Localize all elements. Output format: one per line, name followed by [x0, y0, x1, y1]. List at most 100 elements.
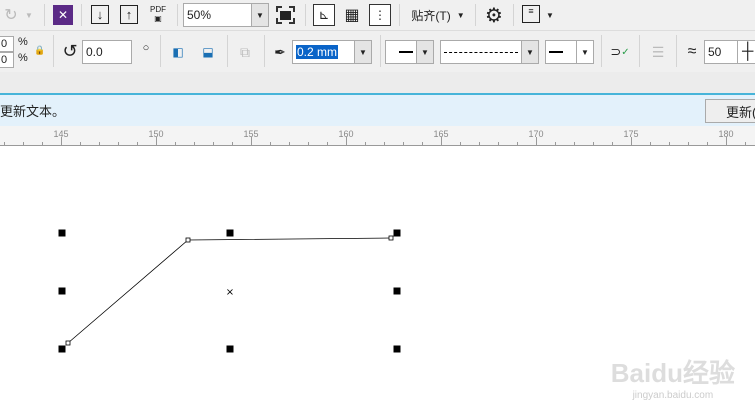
ruler-tick	[137, 142, 138, 145]
show-rulers-icon[interactable]: ⊾	[313, 4, 335, 26]
import-icon[interactable]: ↓	[91, 5, 109, 24]
horizontal-ruler[interactable]: 145 150 155 160 165 170 175 180	[0, 126, 755, 146]
standard-toolbar: ↻ ▼ ✕ ↓ ↑ PDF ▣ 50% ▼ ⊾ ▦ ⋮ 贴齐(T) ▼ ⚙ ≡ ▼	[0, 0, 755, 31]
ruler-tick	[365, 142, 366, 145]
ruler-tick	[175, 142, 176, 145]
ruler-label: 180	[718, 129, 734, 139]
ruler-label: 145	[53, 129, 69, 139]
selection-handle[interactable]	[393, 287, 401, 295]
selection-handle[interactable]	[393, 345, 401, 353]
ruler-tick	[479, 142, 480, 145]
chevron-down-icon[interactable]: ▼	[544, 5, 556, 25]
end-arrowhead-select[interactable]	[545, 40, 577, 64]
selection-handle[interactable]	[226, 229, 234, 237]
ruler-tick	[213, 142, 214, 145]
ruler-tick	[118, 142, 119, 145]
redo-icon[interactable]: ↻	[0, 5, 22, 25]
curve-smoothing-icon: ≈	[687, 43, 697, 60]
ruler-label: 175	[623, 129, 639, 139]
start-arrowhead-dropdown[interactable]: ▼	[416, 40, 434, 64]
ruler-tick	[42, 142, 43, 145]
center-marker-icon: ×	[226, 287, 234, 298]
ruler-tick	[688, 142, 689, 145]
ruler-label: 155	[243, 129, 259, 139]
ruler-tick	[23, 142, 24, 145]
export-icon[interactable]: ↑	[120, 5, 138, 24]
ruler-tick	[194, 142, 195, 145]
ruler-tick	[460, 142, 461, 145]
line-style-dropdown[interactable]: ▼	[521, 40, 539, 64]
close-curve-icon[interactable]: ⊃ ✓	[609, 41, 631, 63]
ruler-tick	[289, 142, 290, 145]
ruler-tick	[498, 142, 499, 145]
baidu-watermark-logo: Baidu经验 jingyan.baidu.com	[610, 358, 735, 401]
update-button[interactable]: 更新(	[705, 99, 755, 123]
node[interactable]	[388, 235, 394, 241]
line-style-select[interactable]	[440, 40, 522, 64]
ruler-tick	[707, 142, 708, 145]
corel-connect-icon[interactable]: ✕	[53, 5, 73, 25]
launch-icon[interactable]: ≡	[522, 5, 540, 23]
ruler-tick	[650, 142, 651, 145]
scale-y-unit: %	[18, 52, 28, 64]
smoothing-input[interactable]: 50	[704, 40, 738, 64]
convert-to-curves-icon: ⧉	[240, 43, 250, 60]
notification-bar: 更新文本。 更新(	[0, 93, 755, 126]
property-bar: 0 0 % % 🔒 ↺ 0.0 ○ ◧ ⬓ ⧉ ✒ 0.2 mm ▼ ▼ ▼ ▼…	[0, 31, 755, 72]
redo-dropdown-icon[interactable]: ▼	[22, 5, 36, 25]
rotation-angle-input[interactable]: 0.0	[82, 40, 132, 64]
start-arrowhead-select[interactable]	[385, 40, 417, 64]
ruler-tick	[517, 142, 518, 145]
chevron-down-icon: ▼	[456, 10, 465, 20]
smoothing-slider[interactable]: ┼	[737, 40, 755, 64]
degree-icon: ○	[142, 42, 150, 54]
selection-handle[interactable]	[58, 229, 66, 237]
zoom-dropdown[interactable]: ▼	[251, 3, 269, 27]
node[interactable]	[185, 237, 191, 243]
wrap-text-icon: ☰	[651, 43, 665, 60]
publish-pdf-icon[interactable]: PDF ▣	[147, 4, 169, 24]
mirror-vertical-icon[interactable]: ⬓	[198, 42, 218, 62]
outline-width-input[interactable]: 0.2 mm	[292, 40, 355, 64]
ruler-tick	[403, 142, 404, 145]
zoom-level-input[interactable]: 50%	[183, 3, 252, 27]
ruler-tick	[422, 142, 423, 145]
node[interactable]	[65, 340, 71, 346]
selection-handle[interactable]	[226, 345, 234, 353]
ruler-tick	[308, 142, 309, 145]
gear-icon[interactable]: ⚙	[483, 4, 505, 27]
mirror-horizontal-icon[interactable]: ◧	[168, 42, 188, 62]
outline-pen-icon: ✒	[274, 43, 286, 60]
ruler-label: 165	[433, 129, 449, 139]
scale-x-input[interactable]: 0	[0, 36, 14, 52]
ruler-tick	[555, 142, 556, 145]
selection-handle[interactable]	[393, 229, 401, 237]
snap-to-menu[interactable]: 贴齐(T) ▼	[408, 5, 468, 25]
selection-handle[interactable]	[58, 345, 66, 353]
lock-ratio-icon[interactable]: 🔒	[34, 44, 45, 56]
end-arrowhead-dropdown[interactable]: ▼	[576, 40, 594, 64]
ruler-tick	[574, 142, 575, 145]
ruler-tick	[270, 142, 271, 145]
ruler-tick	[80, 142, 81, 145]
ruler-tick	[99, 142, 100, 145]
notification-text: 更新文本。	[0, 104, 66, 119]
rotate-icon: ↺	[62, 40, 78, 61]
show-grid-icon[interactable]: ▦	[342, 4, 362, 26]
ruler-tick	[4, 142, 5, 145]
ruler-tick	[745, 142, 746, 145]
show-guidelines-icon[interactable]: ⋮	[369, 4, 391, 26]
ruler-tick	[612, 142, 613, 145]
scale-y-input[interactable]: 0	[0, 52, 14, 68]
ruler-tick	[384, 142, 385, 145]
ruler-label: 150	[148, 129, 164, 139]
ruler-label: 160	[338, 129, 354, 139]
ruler-tick	[593, 142, 594, 145]
full-screen-icon[interactable]	[276, 6, 295, 24]
drawing-canvas[interactable]: × Baidu经验 jingyan.baidu.com	[0, 147, 755, 411]
scale-x-unit: %	[18, 36, 28, 48]
ruler-tick	[232, 142, 233, 145]
outline-width-dropdown[interactable]: ▼	[354, 40, 372, 64]
selection-handle[interactable]	[58, 287, 66, 295]
toolbar-gap	[0, 72, 755, 93]
